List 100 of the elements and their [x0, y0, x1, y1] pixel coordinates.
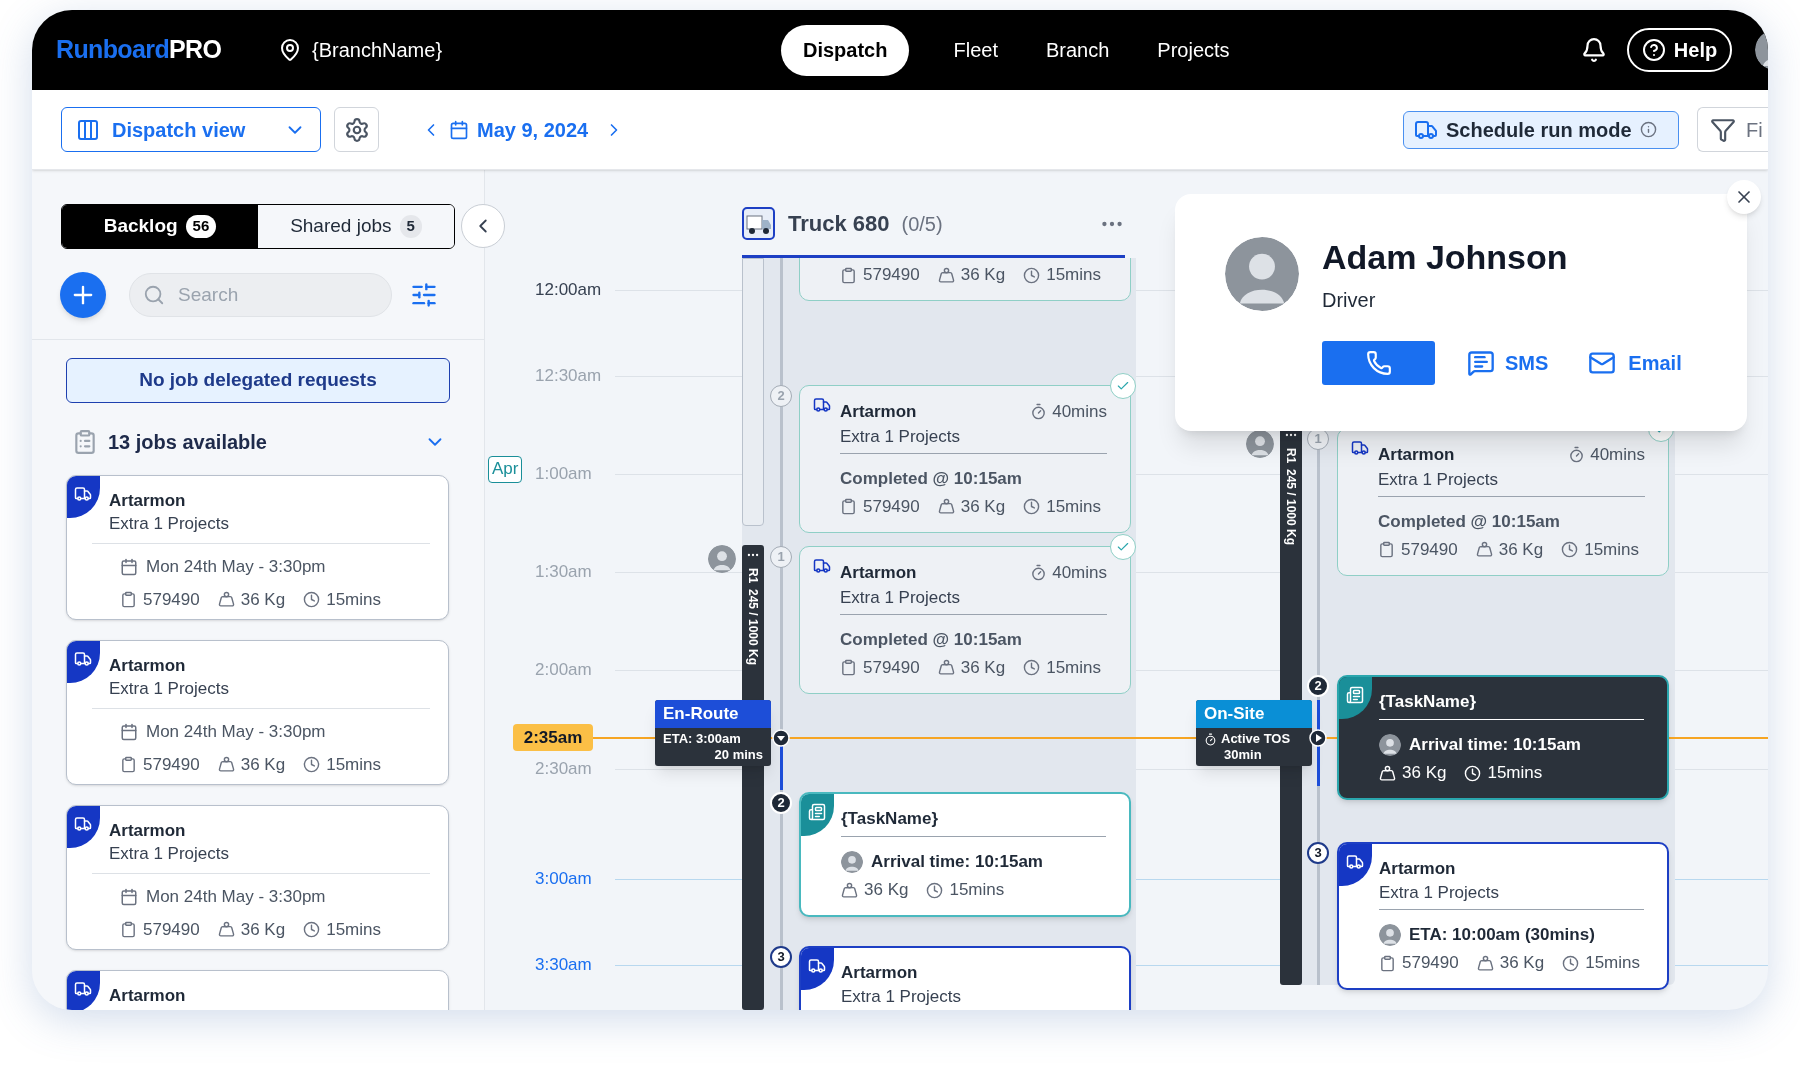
status-tooltip[interactable]: On-Site Active TOS 30min: [1196, 700, 1312, 766]
status-title: On-Site: [1196, 700, 1312, 728]
stop-note: Arrival time: 10:15am: [1409, 734, 1581, 756]
help-button[interactable]: Help: [1627, 28, 1732, 72]
time-label: 12:00am: [535, 279, 602, 301]
status-tooltip[interactable]: En-Route ETA: 3:00am 20 mins: [655, 700, 771, 766]
weight: 36 Kg: [240, 588, 286, 611]
delegated-requests-button[interactable]: No job delegated requests: [66, 358, 450, 403]
estimate: 40mins: [1052, 562, 1107, 584]
job-date: Mon 24th May - 3:30pm: [146, 886, 326, 908]
weight: 36 Kg: [1498, 538, 1544, 561]
status-title: En-Route: [655, 700, 771, 728]
status-line: ETA: 3:00am: [663, 731, 741, 747]
stop-note: ETA: 10:00am (30mins): [1409, 924, 1595, 946]
duration: 15mins: [1046, 495, 1101, 518]
schedule-mode-button[interactable]: Schedule run mode: [1403, 110, 1679, 149]
stop-card[interactable]: Artarmon 40mins Extra 1 Projects Completed @ 10:15am 579490 36 Kg 15mins: [1337, 428, 1669, 576]
date-label[interactable]: May 9, 2024: [477, 114, 589, 145]
count-badge: 56: [185, 215, 217, 238]
stop-card[interactable]: Artarmon 40mins Extra 1 Projects Completed @ 10:15am 579490 36 Kg 15mins: [799, 546, 1131, 694]
nav-tab[interactable]: Projects: [1153, 35, 1234, 65]
status-line: Active TOS: [1221, 731, 1291, 747]
stop-card[interactable]: 579490 36 Kg 15mins: [799, 258, 1131, 301]
duration: 15mins: [326, 753, 381, 776]
jobs-count: 13 jobs available: [108, 430, 267, 455]
job-date: Mon 24th May - 3:30pm: [146, 556, 326, 578]
stop-card[interactable]: {TaskName} Arrival time: 10:15am 36 Kg 15mins: [1337, 675, 1669, 800]
job-number: 579490: [143, 918, 200, 941]
job-number: 579490: [143, 753, 200, 776]
view-dropdown[interactable]: Dispatch view: [61, 107, 321, 152]
panel-tab[interactable]: Backlog 56: [62, 205, 258, 248]
time-label: 2:30am: [535, 758, 592, 780]
job-title: Artarmon: [109, 655, 187, 677]
stop-title: Artarmon: [1378, 443, 1455, 466]
month-tag[interactable]: Apr: [488, 456, 523, 483]
job-date: Mon 24th May - 3:30pm: [146, 721, 326, 743]
email-button[interactable]: Email: [1588, 348, 1682, 378]
job-title: Artarmon: [109, 820, 187, 842]
weight: 36 Kg: [240, 753, 286, 776]
stop-note: Completed @ 10:15am: [840, 628, 1022, 651]
nav-tab[interactable]: Branch: [1041, 35, 1114, 65]
stop-subtitle: Extra 1 Projects: [1379, 882, 1500, 904]
stop-title: Artarmon: [841, 962, 918, 984]
weight: 36 Kg: [1402, 762, 1447, 784]
stop-title: {TaskName}: [1379, 691, 1477, 713]
stop-card[interactable]: Artarmon Extra 1 Projects ETA: 10:00am (30mins) 579490 36 Kg 15mins: [1337, 842, 1669, 990]
duration: 15mins: [326, 588, 381, 611]
job-subtitle: Extra 1 Projects: [109, 678, 230, 700]
duration: 15mins: [1585, 952, 1640, 974]
job-number: 579490: [143, 588, 200, 611]
job-title: Artarmon: [109, 985, 187, 1007]
route-load: 245 / 1000 Kg: [745, 589, 761, 666]
count-badge: 5: [399, 215, 422, 238]
stop-note: Completed @ 10:15am: [1378, 510, 1560, 533]
logo[interactable]: RunboardPRO: [56, 31, 246, 69]
job-number: 579490: [863, 495, 920, 518]
duration: 15mins: [1046, 264, 1101, 286]
stop-title: {TaskName}: [841, 808, 939, 830]
duration: 15mins: [326, 918, 381, 941]
truck-name: Truck 680: [788, 210, 890, 238]
stop-title: Artarmon: [1379, 858, 1456, 880]
route-label: R1: [1283, 448, 1299, 464]
weight: 36 Kg: [960, 656, 1006, 679]
stop-note: Completed @ 10:15am: [840, 467, 1022, 490]
stop-title: Artarmon: [840, 400, 917, 423]
time-label: 12:30am: [535, 365, 602, 387]
job-number: 579490: [863, 656, 920, 679]
route-label: R1: [745, 568, 761, 584]
estimate: 40mins: [1052, 401, 1107, 423]
duration: 15mins: [1487, 762, 1543, 784]
branch-name[interactable]: {BranchName}: [312, 35, 443, 65]
time-label: 2:00am: [535, 659, 592, 681]
job-card[interactable]: Artarmon: [66, 970, 449, 1010]
job-title: Artarmon: [109, 490, 187, 512]
nav-tab[interactable]: Dispatch: [781, 24, 910, 76]
stop-subtitle: Extra 1 Projects: [841, 986, 962, 1008]
job-card[interactable]: Artarmon Extra 1 Projects Mon 24th May - 3:30pm 579490 36 Kg 15mins: [66, 640, 449, 785]
nav-tab[interactable]: Fleet: [949, 35, 1002, 65]
weight: 36 Kg: [1499, 952, 1545, 974]
weight: 36 Kg: [240, 918, 286, 941]
weight: 36 Kg: [864, 879, 909, 901]
stop-subtitle: Extra 1 Projects: [840, 586, 961, 609]
filter-button[interactable]: Fi: [1697, 107, 1768, 152]
stop-card[interactable]: {TaskName} Arrival time: 10:15am 36 Kg 15mins: [799, 792, 1131, 917]
stop-subtitle: Extra 1 Projects: [1378, 468, 1499, 491]
job-number: 579490: [863, 264, 920, 286]
stop-card[interactable]: Artarmon 40mins Extra 1 Projects Completed @ 10:15am 579490 36 Kg 15mins: [799, 385, 1131, 533]
driver-role: Driver: [1322, 288, 1377, 312]
weight: 36 Kg: [960, 495, 1006, 518]
job-card[interactable]: Artarmon Extra 1 Projects Mon 24th May - 3:30pm 579490 36 Kg 15mins: [66, 805, 449, 950]
sms-button[interactable]: SMS: [1467, 348, 1549, 378]
job-subtitle: Extra 1 Projects: [109, 513, 230, 535]
weight: 36 Kg: [960, 264, 1006, 286]
job-card[interactable]: Artarmon Extra 1 Projects Mon 24th May - 3:30pm 579490 36 Kg 15mins: [66, 475, 449, 620]
duration: 15mins: [1584, 538, 1639, 561]
driver-name: Adam Johnson: [1322, 237, 1569, 277]
time-label: 1:00am: [535, 463, 592, 485]
search-field[interactable]: Search: [129, 273, 392, 317]
current-time-badge: 2:35am: [513, 724, 593, 751]
stop-card[interactable]: Artarmon Extra 1 Projects: [799, 946, 1131, 1010]
